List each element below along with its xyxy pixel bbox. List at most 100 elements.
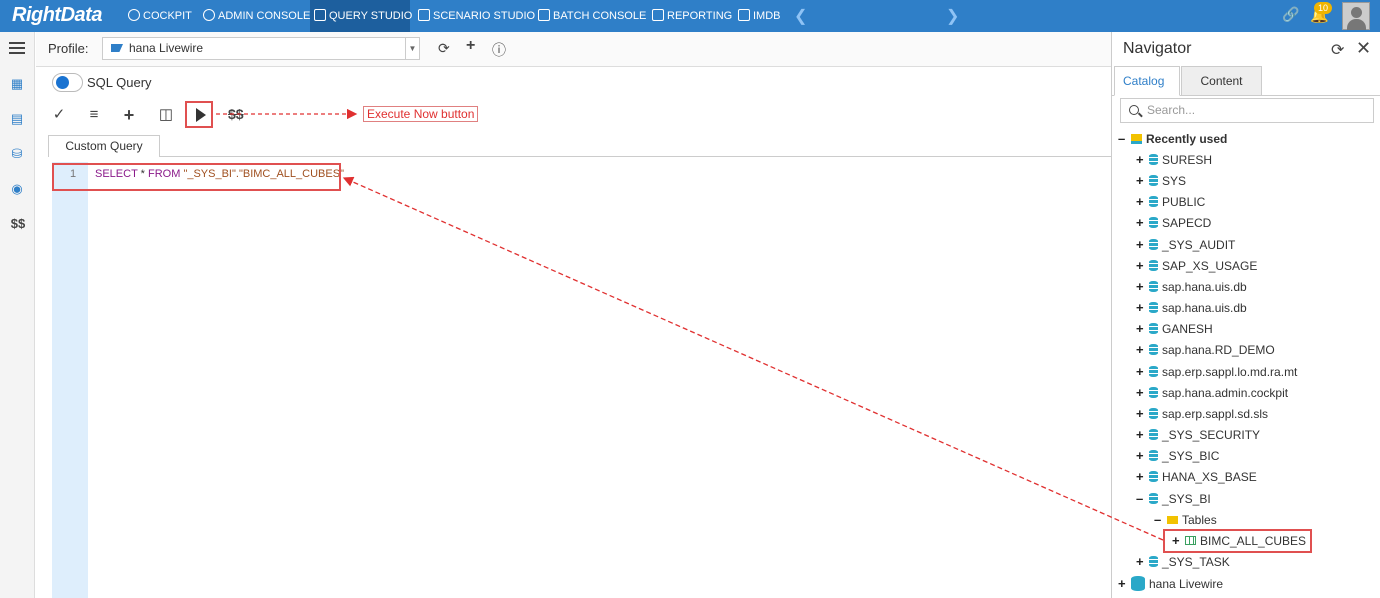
link-icon[interactable]: 🔗: [1282, 6, 1299, 23]
navigator-title: Navigator: [1123, 40, 1192, 57]
tree-schema-item[interactable]: + SAP_XS_USAGE: [1136, 257, 1257, 275]
expand-icon[interactable]: +: [1136, 299, 1146, 317]
expand-icon[interactable]: +: [1136, 172, 1146, 190]
nav-cockpit[interactable]: COCKPIT: [124, 0, 196, 32]
tree-schema-sys-task[interactable]: + _SYS_TASK: [1136, 553, 1230, 571]
expand-icon[interactable]: +: [1136, 426, 1146, 444]
save-icon[interactable]: ◫: [157, 104, 175, 126]
nav-scenario-studio[interactable]: SCENARIO STUDIO: [414, 0, 539, 32]
chevron-right-icon[interactable]: ❯: [946, 6, 959, 26]
collapse-icon[interactable]: –: [1136, 490, 1146, 508]
profile-value: hana Livewire: [129, 41, 204, 55]
tree-schema-item[interactable]: + sap.hana.uis.db: [1136, 299, 1247, 317]
notification-badge: 10: [1314, 2, 1333, 14]
collapse-icon[interactable]: –: [1154, 511, 1164, 529]
tree-schema-sys-bi[interactable]: – _SYS_BI: [1136, 490, 1211, 508]
expand-icon[interactable]: +: [1136, 341, 1146, 359]
tree-schema-item[interactable]: + _SYS_BIC: [1136, 447, 1219, 465]
profile-select[interactable]: hana Livewire ▼: [102, 37, 420, 60]
expand-icon[interactable]: +: [1136, 553, 1146, 571]
tree-schema-item[interactable]: + _SYS_SECURITY: [1136, 426, 1260, 444]
sql-query-toggle[interactable]: [52, 73, 83, 92]
expand-icon[interactable]: +: [1136, 257, 1146, 275]
parameters-icon[interactable]: $$: [228, 106, 244, 122]
avatar[interactable]: [1342, 2, 1370, 30]
hamburger-menu-icon[interactable]: [9, 42, 25, 57]
database-icon[interactable]: ⛁: [9, 146, 25, 162]
profile-bar: Profile: hana Livewire ▼ ⟳ + ⓘ: [36, 32, 1111, 67]
imdb-icon: [738, 9, 750, 21]
calendar-icon[interactable]: ▦: [9, 76, 25, 92]
expand-icon[interactable]: +: [1136, 363, 1146, 381]
expand-icon[interactable]: +: [1136, 236, 1146, 254]
report-icon: [652, 9, 664, 21]
tree-schema-item[interactable]: + SYS: [1136, 172, 1186, 190]
refresh-icon[interactable]: ⟳: [1331, 40, 1344, 60]
variables-icon[interactable]: $$: [8, 216, 28, 232]
nav-imdb[interactable]: IMDB: [734, 0, 785, 32]
tree-schema-item[interactable]: + sap.erp.sappl.sd.sls: [1136, 405, 1268, 423]
dashboard-icon: [128, 9, 140, 21]
navigator-search-input[interactable]: Search...: [1120, 98, 1374, 123]
expand-icon[interactable]: +: [1136, 151, 1146, 169]
sql-editor[interactable]: 1: [52, 162, 1111, 598]
collapse-icon[interactable]: –: [1118, 130, 1128, 148]
validate-icon[interactable]: ✓: [50, 104, 68, 126]
chevron-left-icon[interactable]: ❮: [794, 6, 807, 26]
app-logo[interactable]: RightData: [12, 4, 102, 27]
expand-icon[interactable]: +: [1136, 214, 1146, 232]
database-icon: [1149, 471, 1158, 483]
nav-admin-console[interactable]: ADMIN CONSOLE: [199, 0, 314, 32]
close-icon[interactable]: ✕: [1356, 38, 1371, 59]
expand-icon[interactable]: +: [1136, 384, 1146, 402]
database-icon: [1149, 386, 1158, 398]
schema-label: sap.hana.uis.db: [1162, 301, 1247, 316]
schema-label: _SYS_BIC: [1162, 449, 1220, 464]
nav-reporting[interactable]: REPORTING: [648, 0, 736, 32]
expand-icon[interactable]: +: [1136, 447, 1146, 465]
schema-label: SAPECD: [1162, 216, 1212, 231]
nav-batch-console[interactable]: BATCH CONSOLE: [534, 0, 650, 32]
tree-schema-item[interactable]: + _SYS_AUDIT: [1136, 236, 1235, 254]
tree-schema-item[interactable]: + GANESH: [1136, 320, 1213, 338]
expand-icon[interactable]: +: [1136, 468, 1146, 486]
nav-query-studio[interactable]: QUERY STUDIO: [310, 0, 412, 32]
expand-icon[interactable]: +: [1136, 278, 1146, 296]
add-query-icon[interactable]: +: [120, 104, 138, 126]
tree-schema-item[interactable]: + HANA_XS_BASE: [1136, 468, 1257, 486]
execute-now-button[interactable]: [185, 101, 213, 128]
info-icon[interactable]: ⓘ: [492, 40, 506, 60]
tree-schema-item[interactable]: + SURESH: [1136, 151, 1212, 169]
indent-icon[interactable]: ≡: [85, 104, 103, 126]
tree-schema-item[interactable]: + PUBLIC: [1136, 193, 1205, 211]
tab-content[interactable]: Content: [1181, 66, 1262, 96]
tree-schema-item[interactable]: + SAPECD: [1136, 214, 1211, 232]
add-icon[interactable]: +: [466, 37, 475, 55]
tab-custom-query[interactable]: Custom Query: [48, 135, 160, 157]
tree-schema-item[interactable]: + sap.hana.admin.cockpit: [1136, 384, 1288, 402]
expand-icon[interactable]: +: [1136, 405, 1146, 423]
tree-schema-item[interactable]: + sap.erp.sappl.lo.md.ra.mt: [1136, 363, 1297, 381]
table-add-icon[interactable]: ▤: [9, 111, 25, 127]
refresh-icon[interactable]: ⟳: [438, 40, 450, 57]
expand-icon[interactable]: +: [1136, 193, 1146, 211]
tree-recently-used[interactable]: – Recently used: [1118, 130, 1227, 148]
expand-icon[interactable]: +: [1136, 320, 1146, 338]
schema-label: _SYS_AUDIT: [1162, 237, 1236, 252]
expand-icon[interactable]: +: [1118, 575, 1128, 593]
globe-icon[interactable]: ◉: [9, 181, 25, 197]
database-icon: [1149, 175, 1158, 187]
execute-annotation-label: Execute Now button: [363, 106, 479, 122]
tab-catalog[interactable]: Catalog: [1114, 66, 1180, 96]
database-icon: [1149, 365, 1158, 377]
database-icon: [1149, 280, 1158, 292]
tree-schema-item[interactable]: + sap.hana.uis.db: [1136, 278, 1247, 296]
tree-connection-hana[interactable]: + hana Livewire: [1118, 575, 1223, 593]
database-icon: [1149, 556, 1158, 567]
tree-schema-item[interactable]: + sap.hana.RD_DEMO: [1136, 341, 1275, 359]
schema-label: sap.hana.admin.cockpit: [1162, 385, 1289, 400]
chevron-down-icon[interactable]: ▼: [405, 38, 419, 59]
folder-icon: [1167, 516, 1178, 524]
query-highlight-box: [52, 163, 341, 191]
tree-folder-tables[interactable]: – Tables: [1154, 511, 1217, 529]
